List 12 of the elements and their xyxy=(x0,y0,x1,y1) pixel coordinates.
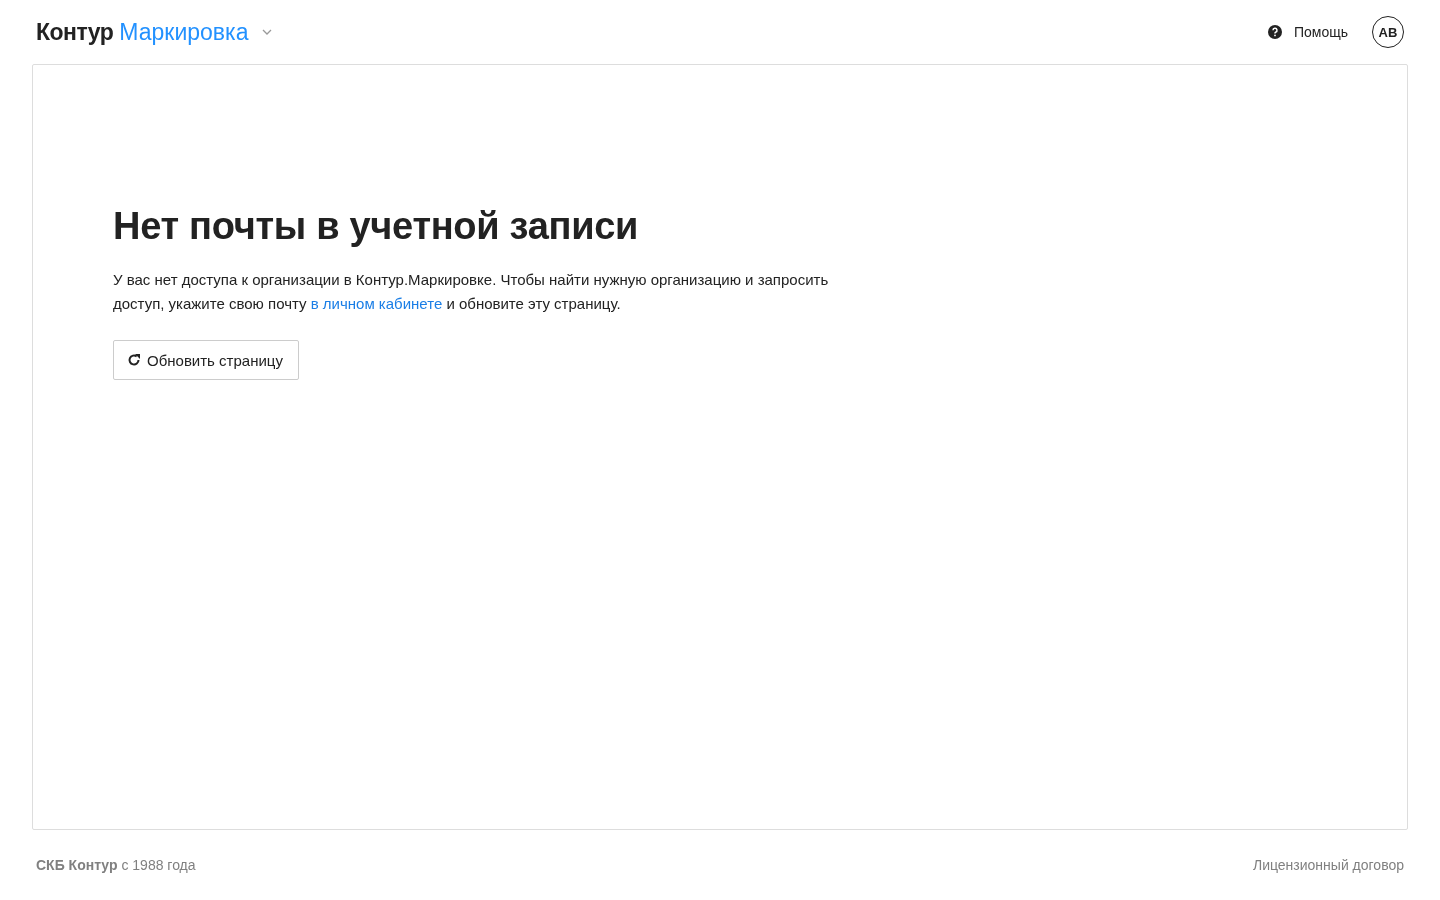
brand-logo: Контур xyxy=(36,18,114,46)
chevron-down-icon[interactable] xyxy=(262,29,273,35)
license-link[interactable]: Лицензионный договор xyxy=(1252,857,1404,873)
page-title: Нет почты в учетной записи xyxy=(113,205,640,248)
help-link[interactable]: Помощь xyxy=(1267,24,1348,40)
question-icon xyxy=(1267,25,1282,39)
avatar-button[interactable]: AB xyxy=(1372,16,1404,48)
refresh-icon xyxy=(127,353,141,367)
copyright-text: СКБ Контур с 1988 года xyxy=(36,857,196,873)
refresh-button[interactable]: Обновить страницу xyxy=(113,340,299,380)
account-link[interactable]: в личном кабинете xyxy=(310,295,443,312)
message-text: У вас нет доступа к организации в Контур.Маркировке. Чтобы найти нужную организацию и запросить доступ, укажите свою почту в личном кабинете и обновите эту страницу. xyxy=(113,270,830,314)
